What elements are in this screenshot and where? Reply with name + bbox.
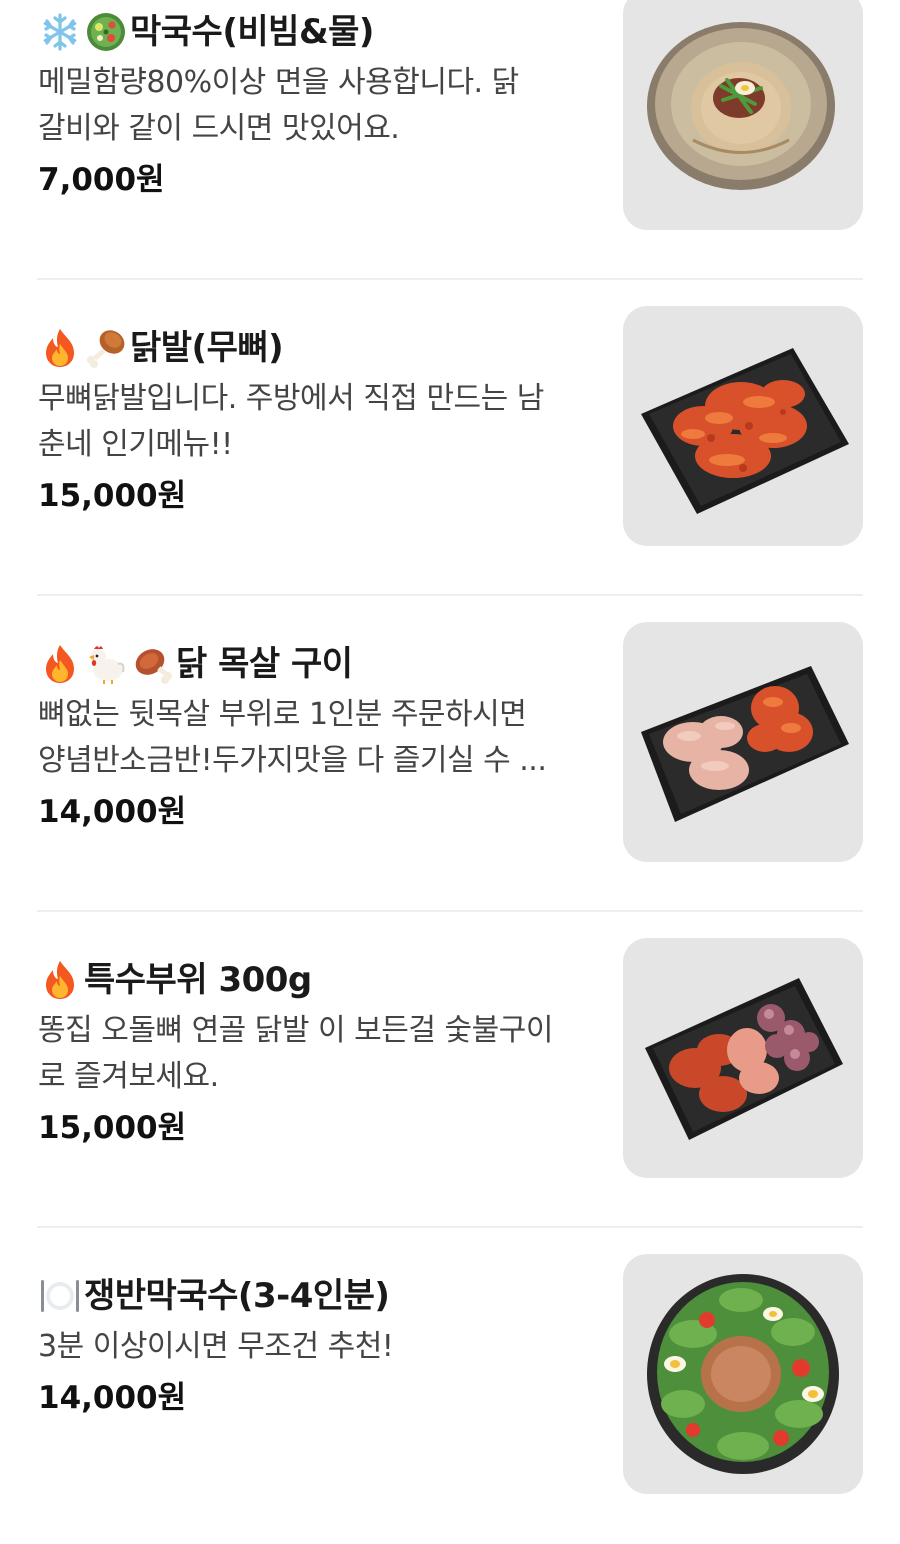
menu-item-description: 3분 이상이시면 무조건 추천!: [38, 1324, 598, 1370]
salad-icon: [84, 10, 128, 54]
menu-item-price: 15,000원: [38, 1110, 187, 1146]
menu-item-description: 똥집 오돌뼈 연골 닭발 이 보든걸 숯불구이 로 즐겨보세요.: [38, 1008, 598, 1100]
plate-icon: [38, 1274, 82, 1318]
menu-item-title: 닭발(무뼈): [38, 326, 598, 370]
tray-noodle-salad-photo: [623, 1254, 863, 1494]
menu-item-name: 닭발(무뼈): [130, 328, 284, 368]
meat-on-bone-icon: [130, 642, 174, 686]
description-line: 양념반소금반!두가지맛을 다 즐기실 수 ...: [38, 743, 547, 778]
menu-item-text: 닭 목살 구이 뼈없는 뒷목살 부위로 1인분 주문하시면 양념반소금반!두가지…: [38, 642, 598, 834]
description-line: 뼈없는 뒷목살 부위로 1인분 주문하시면: [38, 697, 527, 732]
description-line: 똥집 오돌뼈 연골 닭발 이 보든걸 숯불구이: [38, 1013, 553, 1048]
description-line: 춘네 인기메뉴!!: [38, 427, 233, 462]
menu-item-chicken-neck[interactable]: 닭 목살 구이 뼈없는 뒷목살 부위로 1인분 주문하시면 양념반소금반!두가지…: [0, 596, 900, 912]
description-line: 갈비와 같이 드시면 맛있어요.: [38, 111, 400, 146]
menu-item-title: 닭 목살 구이: [38, 642, 598, 686]
menu-item-title: 특수부위 300g: [38, 958, 598, 1002]
special-cuts-photo: [623, 938, 863, 1178]
menu-item-chicken-feet[interactable]: 닭발(무뼈) 무뼈닭발입니다. 주방에서 직접 만드는 남 춘네 인기메뉴!! …: [0, 280, 900, 596]
menu-item-name: 특수부위 300g: [84, 960, 312, 1000]
menu-item-title: 막국수(비빔&물): [38, 10, 598, 54]
menu-item-name: 닭 목살 구이: [176, 644, 353, 684]
fire-icon: [38, 958, 82, 1002]
menu-item-tray-makguksu[interactable]: 쟁반막국수(3-4인분) 3분 이상이시면 무조건 추천! 14,000원: [0, 1228, 900, 1544]
snowflake-icon: [38, 10, 82, 54]
menu-item-text: 특수부위 300g 똥집 오돌뼈 연골 닭발 이 보든걸 숯불구이 로 즐겨보세…: [38, 958, 598, 1150]
menu-item-name: 막국수(비빔&물): [130, 12, 374, 52]
menu-item-price: 15,000원: [38, 478, 187, 514]
menu-item-price: 7,000원: [38, 162, 165, 198]
description-line: 로 즐겨보세요.: [38, 1059, 219, 1094]
fire-icon: [38, 642, 82, 686]
menu-item-text: 막국수(비빔&물) 메밀함량80%이상 면을 사용합니다. 닭 갈비와 같이 드…: [38, 10, 598, 202]
fire-icon: [38, 326, 82, 370]
menu-item-text: 닭발(무뼈) 무뼈닭발입니다. 주방에서 직접 만드는 남 춘네 인기메뉴!! …: [38, 326, 598, 518]
menu-item-price: 14,000원: [38, 1380, 187, 1416]
description-line: 메밀함량80%이상 면을 사용합니다. 닭: [38, 65, 519, 100]
menu-item-text: 쟁반막국수(3-4인분) 3분 이상이시면 무조건 추천! 14,000원: [38, 1274, 598, 1420]
menu-item-makguksu[interactable]: 막국수(비빔&물) 메밀함량80%이상 면을 사용합니다. 닭 갈비와 같이 드…: [0, 0, 900, 280]
menu-item-description: 메밀함량80%이상 면을 사용합니다. 닭 갈비와 같이 드시면 맛있어요.: [38, 60, 598, 152]
menu-item-title: 쟁반막국수(3-4인분): [38, 1274, 598, 1318]
drumstick-icon: [84, 326, 128, 370]
menu-list: 막국수(비빔&물) 메밀함량80%이상 면을 사용합니다. 닭 갈비와 같이 드…: [0, 0, 900, 1544]
menu-item-name: 쟁반막국수(3-4인분): [84, 1276, 390, 1316]
grilled-chicken-neck-photo: [623, 622, 863, 862]
chicken-icon: [84, 642, 128, 686]
boneless-chicken-feet-photo: [623, 306, 863, 546]
menu-item-description: 무뼈닭발입니다. 주방에서 직접 만드는 남 춘네 인기메뉴!!: [38, 376, 598, 468]
description-line: 3분 이상이시면 무조건 추천!: [38, 1329, 394, 1364]
description-line: 무뼈닭발입니다. 주방에서 직접 만드는 남: [38, 381, 544, 416]
menu-item-description: 뼈없는 뒷목살 부위로 1인분 주문하시면 양념반소금반!두가지맛을 다 즐기실…: [38, 692, 598, 784]
menu-item-special-cuts[interactable]: 특수부위 300g 똥집 오돌뼈 연골 닭발 이 보든걸 숯불구이 로 즐겨보세…: [0, 912, 900, 1228]
buckwheat-noodle-photo: [623, 0, 863, 230]
menu-item-price: 14,000원: [38, 794, 187, 830]
